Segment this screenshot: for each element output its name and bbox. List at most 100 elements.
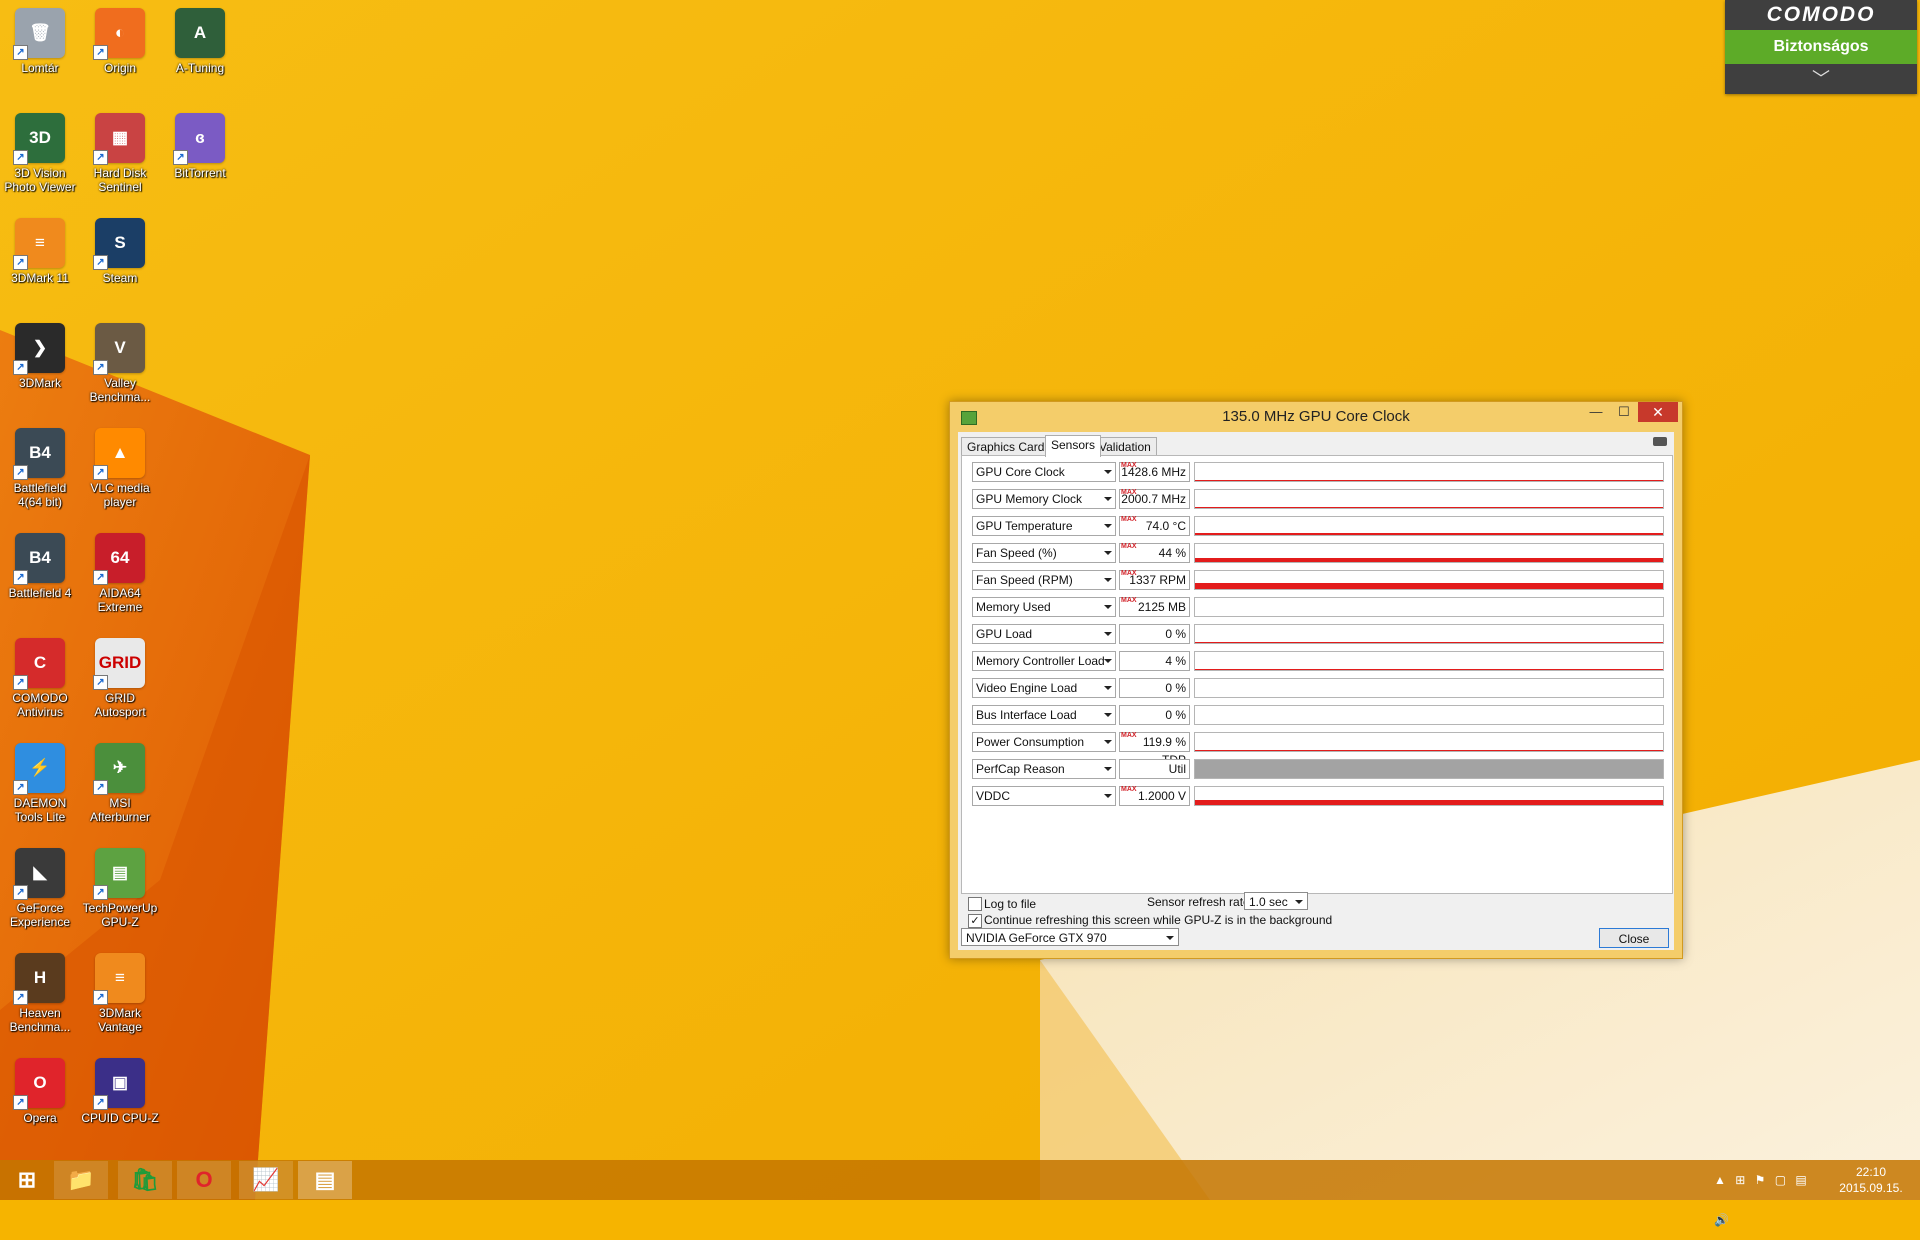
max-indicator: MAX [1121,462,1137,469]
close-button[interactable]: Close [1599,928,1669,948]
shortcut-arrow-icon: ↗ [13,45,28,60]
app-icon: ◣ ↗ [13,848,65,900]
minimize-button[interactable]: — [1582,402,1610,422]
comodo-widget[interactable]: COMODO Biztonságos ﹀ [1725,0,1917,94]
desktop-icon[interactable]: 🗑 ↗ Lomtár [0,8,80,75]
desktop-icon[interactable]: A A-Tuning [160,8,240,75]
desktop-icon[interactable]: H ↗ Heaven Benchma... [0,953,80,1034]
close-window-button[interactable]: ✕ [1638,402,1678,422]
sensor-row: Fan Speed (RPM) MAX 1337 RPM [972,570,1668,590]
clock-date: 2015.09.15. [1839,1181,1903,1195]
desktop-icon[interactable]: ◣ ↗ GeForce Experience [0,848,80,929]
sensor-value[interactable]: 0 % [1119,624,1190,644]
background-refresh-checkbox[interactable]: ✓ [968,914,982,928]
desktop-icon[interactable]: 3D ↗ 3D Vision Photo Viewer [0,113,80,194]
sensor-value[interactable]: MAX 44 % [1119,543,1190,563]
camera-icon[interactable] [1653,437,1667,446]
tab-graphics-card[interactable]: Graphics Card [961,437,1051,456]
desktop-icon[interactable]: S ↗ Steam [80,218,160,285]
sensor-name: GPU Core Clock [976,465,1065,479]
desktop-icon[interactable]: V ↗ Valley Benchma... [80,323,160,404]
sensor-name-select[interactable]: GPU Core Clock [972,462,1116,482]
sensor-name-select[interactable]: GPU Temperature [972,516,1116,536]
shortcut-arrow-icon: ↗ [93,150,108,165]
sensor-graph-fill [1195,642,1663,643]
desktop-icon[interactable]: 64 ↗ AIDA64 Extreme [80,533,160,614]
taskbar-file-explorer-button[interactable]: 📁 [54,1161,108,1199]
taskbar-gpu-z-button[interactable]: ▤ [298,1161,352,1199]
taskbar-start-button[interactable]: ⊞ [0,1161,54,1199]
chevron-down-icon [1104,740,1112,744]
taskbar-store-button[interactable]: 🛍 [118,1161,172,1199]
sensor-value[interactable]: 0 % [1119,705,1190,725]
tab-sensors[interactable]: Sensors [1045,435,1102,457]
sensor-name-select[interactable]: Video Engine Load [972,678,1116,698]
app-icon-glyph: 3D [29,128,51,147]
app-icon-glyph: V [114,338,126,357]
sensor-value[interactable]: MAX 74.0 °C [1119,516,1190,536]
sensor-value[interactable]: MAX119.9 % TDP [1119,732,1190,767]
chevron-down-icon [1104,497,1112,501]
gpu-select[interactable]: NVIDIA GeForce GTX 970 [961,928,1179,946]
desktop-icon[interactable]: ≡ ↗ 3DMark 11 [0,218,80,285]
desktop-icon[interactable]: ❯ ↗ 3DMark [0,323,80,390]
sensor-value[interactable]: MAX 1428.6 MHz [1119,462,1190,482]
sensor-row: Power Consumption MAX119.9 % TDP [972,732,1668,767]
app-icon: ◐ ↗ [93,8,145,60]
desktop-icon[interactable]: B4 ↗ Battlefield 4 [0,533,80,600]
refresh-rate-select[interactable]: 1.0 sec [1244,892,1308,910]
sensor-name-select[interactable]: Fan Speed (RPM) [972,570,1116,590]
sensor-name-select[interactable]: VDDC [972,786,1116,806]
shortcut-arrow-icon: ↗ [13,465,28,480]
desktop-icon[interactable]: ◐ ↗ Origin [80,8,160,75]
log-to-file-checkbox[interactable] [968,897,982,911]
tab-validation[interactable]: Validation [1093,437,1157,456]
desktop-icon[interactable]: O ↗ Opera [0,1058,80,1125]
sensor-value[interactable]: MAX 1337 RPM [1119,570,1190,590]
comodo-status[interactable]: Biztonságos [1725,30,1917,64]
opera-icon: O [195,1167,213,1192]
system-tray-icons[interactable]: ▲ ⊞ ⚑ ▢ ▤ 🔊 [1714,1160,1824,1227]
sensor-value[interactable]: MAX 1.2000 V [1119,786,1190,806]
desktop-icon[interactable]: ⚡ ↗ DAEMON Tools Lite [0,743,80,824]
desktop-icon[interactable]: ▲ ↗ VLC media player [80,428,160,509]
app-icon: A [175,8,225,58]
background-refresh-label[interactable]: Continue refreshing this screen while GP… [984,913,1332,927]
title-bar[interactable]: 135.0 MHz GPU Core Clock — ☐ ✕ [950,402,1682,432]
desktop-icon[interactable]: ≡ ↗ 3DMark Vantage [80,953,160,1034]
sensor-name-select[interactable]: GPU Load [972,624,1116,644]
sensor-value[interactable]: 0 % [1119,678,1190,698]
desktop-icon-label: Steam [102,271,138,285]
log-to-file-label[interactable]: Log to file [984,897,1036,911]
sensor-name-select[interactable]: Bus Interface Load [972,705,1116,725]
desktop-icon[interactable]: ▤ ↗ TechPowerUp GPU-Z [80,848,160,929]
chevron-down-icon[interactable]: ﹀ [1725,64,1917,94]
clock[interactable]: 22:10 2015.09.15. [1828,1164,1914,1196]
sensor-name-select[interactable]: Memory Used [972,597,1116,617]
desktop-icon[interactable]: ✈ ↗ MSI Afterburner [80,743,160,824]
taskbar-opera-button[interactable]: O [177,1161,231,1199]
maximize-button[interactable]: ☐ [1610,402,1638,422]
sensor-value[interactable]: Util [1119,759,1190,779]
chevron-down-icon [1104,605,1112,609]
taskbar-system-monitor-button[interactable]: 📈 [239,1161,293,1199]
desktop-icon[interactable]: ɞ ↗ BitTorrent [160,113,240,180]
sensor-name-select[interactable]: PerfCap Reason [972,759,1116,779]
sensor-row: Bus Interface Load 0 % [972,705,1668,725]
sensor-name-select[interactable]: GPU Memory Clock [972,489,1116,509]
sensor-name-select[interactable]: Memory Controller Load [972,651,1116,671]
sensor-name-select[interactable]: Power Consumption [972,732,1116,752]
sensor-value[interactable]: 4 % [1119,651,1190,671]
app-icon: ✈ ↗ [93,743,145,795]
desktop-icon[interactable]: ▦ ↗ Hard Disk Sentinel [80,113,160,194]
app-icon-glyph: ◐ [114,23,126,42]
desktop-icon[interactable]: C ↗ COMODO Antivirus [0,638,80,719]
sensor-value[interactable]: MAX 2000.7 MHz [1119,489,1190,509]
sensor-value[interactable]: MAX 2125 MB [1119,597,1190,617]
desktop-icon[interactable]: GRID ↗ GRID Autosport [80,638,160,719]
clock-time: 22:10 [1855,1165,1887,1179]
app-icon-glyph: B4 [29,548,51,567]
sensor-name-select[interactable]: Fan Speed (%) [972,543,1116,563]
desktop-icon[interactable]: ▣ ↗ CPUID CPU-Z [80,1058,160,1125]
desktop-icon[interactable]: B4 ↗ Battlefield 4(64 bit) [0,428,80,509]
